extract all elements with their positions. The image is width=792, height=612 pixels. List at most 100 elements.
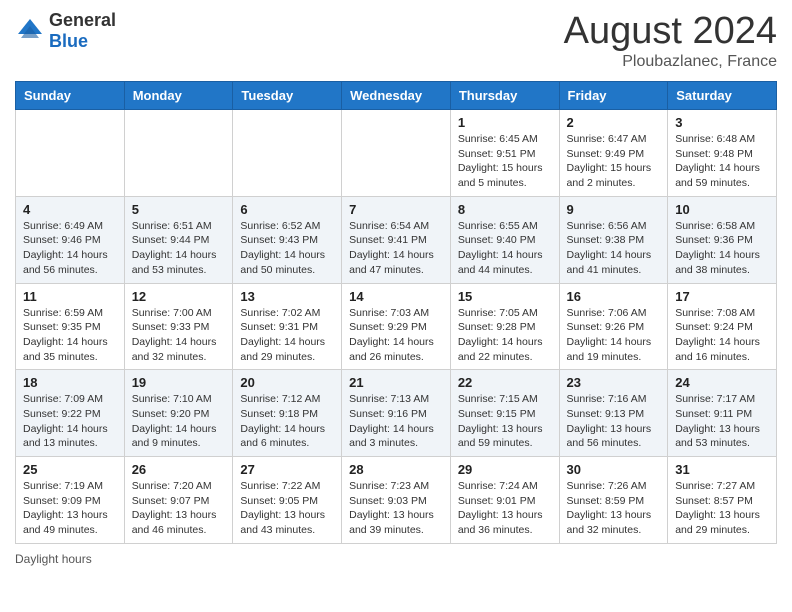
day-number: 21 [349, 375, 443, 390]
calendar-cell [124, 110, 233, 197]
calendar-cell: 14Sunrise: 7:03 AM Sunset: 9:29 PM Dayli… [342, 283, 451, 370]
day-number: 7 [349, 202, 443, 217]
day-info: Sunrise: 7:02 AM Sunset: 9:31 PM Dayligh… [240, 306, 334, 365]
footer-label: Daylight hours [15, 552, 92, 566]
day-number: 3 [675, 115, 769, 130]
weekday-header-thursday: Thursday [450, 82, 559, 110]
calendar-cell: 17 Sunrise: 7:08 AM Sunset: 9:24 PM Dayli… [668, 283, 777, 370]
calendar-cell: 2 Sunrise: 6:47 AM Sunset: 9:49 PM Daylig… [559, 110, 668, 197]
day-info: Sunrise: 7:08 AM Sunset: 9:24 PM Dayligh… [675, 306, 769, 365]
day-number: 11 [23, 289, 117, 304]
weekday-header-friday: Friday [559, 82, 668, 110]
calendar-cell: 22 Sunrise: 7:15 AM Sunset: 9:15 PM Dayli… [450, 370, 559, 457]
day-number: 31 [675, 462, 769, 477]
calendar-cell: 21 Sunrise: 7:13 AM Sunset: 9:16 PM Dayli… [342, 370, 451, 457]
calendar-cell: 19 Sunrise: 7:10 AM Sunset: 9:20 PM Dayli… [124, 370, 233, 457]
calendar-cell [342, 110, 451, 197]
day-info: Sunrise: 6:45 AM Sunset: 9:51 PM Dayligh… [458, 132, 552, 191]
calendar-week-row: 11 Sunrise: 6:59 AM Sunset: 9:35 PM Dayli… [16, 283, 777, 370]
calendar-cell: 18Sunrise: 7:09 AM Sunset: 9:22 PM Dayli… [16, 370, 125, 457]
calendar-cell: 3 Sunrise: 6:48 AM Sunset: 9:48 PM Daylig… [668, 110, 777, 197]
day-info: Sunrise: 6:52 AM Sunset: 9:43 PM Dayligh… [240, 219, 334, 278]
header: General Blue August 2024 Ploubazlanec, F… [15, 10, 777, 71]
calendar-body: 1Sunrise: 6:45 AM Sunset: 9:51 PM Daylig… [16, 110, 777, 544]
day-number: 20 [240, 375, 334, 390]
day-number: 10 [675, 202, 769, 217]
day-number: 12 [132, 289, 226, 304]
logo-blue-text: Blue [49, 31, 116, 52]
weekday-header-monday: Monday [124, 82, 233, 110]
calendar-cell: 1Sunrise: 6:45 AM Sunset: 9:51 PM Daylig… [450, 110, 559, 197]
calendar-cell: 8 Sunrise: 6:55 AM Sunset: 9:40 PM Daylig… [450, 196, 559, 283]
calendar-cell: 16Sunrise: 7:06 AM Sunset: 9:26 PM Dayli… [559, 283, 668, 370]
day-info: Sunrise: 7:05 AM Sunset: 9:28 PM Dayligh… [458, 306, 552, 365]
day-info: Sunrise: 7:13 AM Sunset: 9:16 PM Dayligh… [349, 392, 443, 451]
calendar-header: SundayMondayTuesdayWednesdayThursdayFrid… [16, 82, 777, 110]
day-info: Sunrise: 6:59 AM Sunset: 9:35 PM Dayligh… [23, 306, 117, 365]
day-info: Sunrise: 7:24 AM Sunset: 9:01 PM Dayligh… [458, 479, 552, 538]
calendar-cell: 27 Sunrise: 7:22 AM Sunset: 9:05 PM Dayli… [233, 457, 342, 544]
calendar-table: SundayMondayTuesdayWednesdayThursdayFrid… [15, 81, 777, 544]
calendar-cell: 26Sunrise: 7:20 AM Sunset: 9:07 PM Dayli… [124, 457, 233, 544]
day-info: Sunrise: 7:19 AM Sunset: 9:09 PM Dayligh… [23, 479, 117, 538]
day-info: Sunrise: 6:55 AM Sunset: 9:40 PM Dayligh… [458, 219, 552, 278]
day-number: 8 [458, 202, 552, 217]
day-info: Sunrise: 6:58 AM Sunset: 9:36 PM Dayligh… [675, 219, 769, 278]
calendar-cell: 11 Sunrise: 6:59 AM Sunset: 9:35 PM Dayli… [16, 283, 125, 370]
day-number: 6 [240, 202, 334, 217]
calendar-cell: 12 Sunrise: 7:00 AM Sunset: 9:33 PM Dayli… [124, 283, 233, 370]
day-info: Sunrise: 7:17 AM Sunset: 9:11 PM Dayligh… [675, 392, 769, 451]
logo-general-text: General [49, 10, 116, 31]
calendar-cell: 9Sunrise: 6:56 AM Sunset: 9:38 PM Daylig… [559, 196, 668, 283]
month-year-title: August 2024 [564, 10, 777, 53]
day-info: Sunrise: 7:27 AM Sunset: 8:57 PM Dayligh… [675, 479, 769, 538]
calendar-cell: 6 Sunrise: 6:52 AM Sunset: 9:43 PM Daylig… [233, 196, 342, 283]
day-info: Sunrise: 7:12 AM Sunset: 9:18 PM Dayligh… [240, 392, 334, 451]
day-number: 5 [132, 202, 226, 217]
calendar-week-row: 1Sunrise: 6:45 AM Sunset: 9:51 PM Daylig… [16, 110, 777, 197]
weekday-header-row: SundayMondayTuesdayWednesdayThursdayFrid… [16, 82, 777, 110]
day-info: Sunrise: 7:22 AM Sunset: 9:05 PM Dayligh… [240, 479, 334, 538]
calendar-cell: 24 Sunrise: 7:17 AM Sunset: 9:11 PM Dayli… [668, 370, 777, 457]
day-number: 22 [458, 375, 552, 390]
calendar-cell: 25 Sunrise: 7:19 AM Sunset: 9:09 PM Dayli… [16, 457, 125, 544]
calendar-cell: 30Sunrise: 7:26 AM Sunset: 8:59 PM Dayli… [559, 457, 668, 544]
calendar-cell [233, 110, 342, 197]
day-info: Sunrise: 6:54 AM Sunset: 9:41 PM Dayligh… [349, 219, 443, 278]
calendar-cell: 20 Sunrise: 7:12 AM Sunset: 9:18 PM Dayli… [233, 370, 342, 457]
day-info: Sunrise: 7:10 AM Sunset: 9:20 PM Dayligh… [132, 392, 226, 451]
calendar-cell [16, 110, 125, 197]
day-number: 29 [458, 462, 552, 477]
day-number: 17 [675, 289, 769, 304]
day-info: Sunrise: 7:09 AM Sunset: 9:22 PM Dayligh… [23, 392, 117, 451]
day-number: 19 [132, 375, 226, 390]
calendar-cell: 23 Sunrise: 7:16 AM Sunset: 9:13 PM Dayli… [559, 370, 668, 457]
location-subtitle: Ploubazlanec, France [564, 53, 777, 71]
footer: Daylight hours [15, 552, 777, 566]
day-number: 24 [675, 375, 769, 390]
calendar-cell: 10 Sunrise: 6:58 AM Sunset: 9:36 PM Dayli… [668, 196, 777, 283]
calendar-cell: 28Sunrise: 7:23 AM Sunset: 9:03 PM Dayli… [342, 457, 451, 544]
day-info: Sunrise: 7:16 AM Sunset: 9:13 PM Dayligh… [567, 392, 661, 451]
day-number: 16 [567, 289, 661, 304]
day-number: 13 [240, 289, 334, 304]
day-number: 2 [567, 115, 661, 130]
calendar-cell: 29 Sunrise: 7:24 AM Sunset: 9:01 PM Dayli… [450, 457, 559, 544]
day-info: Sunrise: 7:15 AM Sunset: 9:15 PM Dayligh… [458, 392, 552, 451]
weekday-header-tuesday: Tuesday [233, 82, 342, 110]
day-number: 28 [349, 462, 443, 477]
day-number: 25 [23, 462, 117, 477]
logo: General Blue [15, 10, 116, 52]
logo-icon [15, 16, 45, 46]
calendar-cell: 5Sunrise: 6:51 AM Sunset: 9:44 PM Daylig… [124, 196, 233, 283]
day-number: 27 [240, 462, 334, 477]
calendar-week-row: 4Sunrise: 6:49 AM Sunset: 9:46 PM Daylig… [16, 196, 777, 283]
day-number: 30 [567, 462, 661, 477]
day-info: Sunrise: 7:00 AM Sunset: 9:33 PM Dayligh… [132, 306, 226, 365]
day-info: Sunrise: 6:47 AM Sunset: 9:49 PM Dayligh… [567, 132, 661, 191]
day-info: Sunrise: 6:49 AM Sunset: 9:46 PM Dayligh… [23, 219, 117, 278]
day-info: Sunrise: 6:48 AM Sunset: 9:48 PM Dayligh… [675, 132, 769, 191]
day-number: 9 [567, 202, 661, 217]
calendar-cell: 13 Sunrise: 7:02 AM Sunset: 9:31 PM Dayli… [233, 283, 342, 370]
day-number: 23 [567, 375, 661, 390]
